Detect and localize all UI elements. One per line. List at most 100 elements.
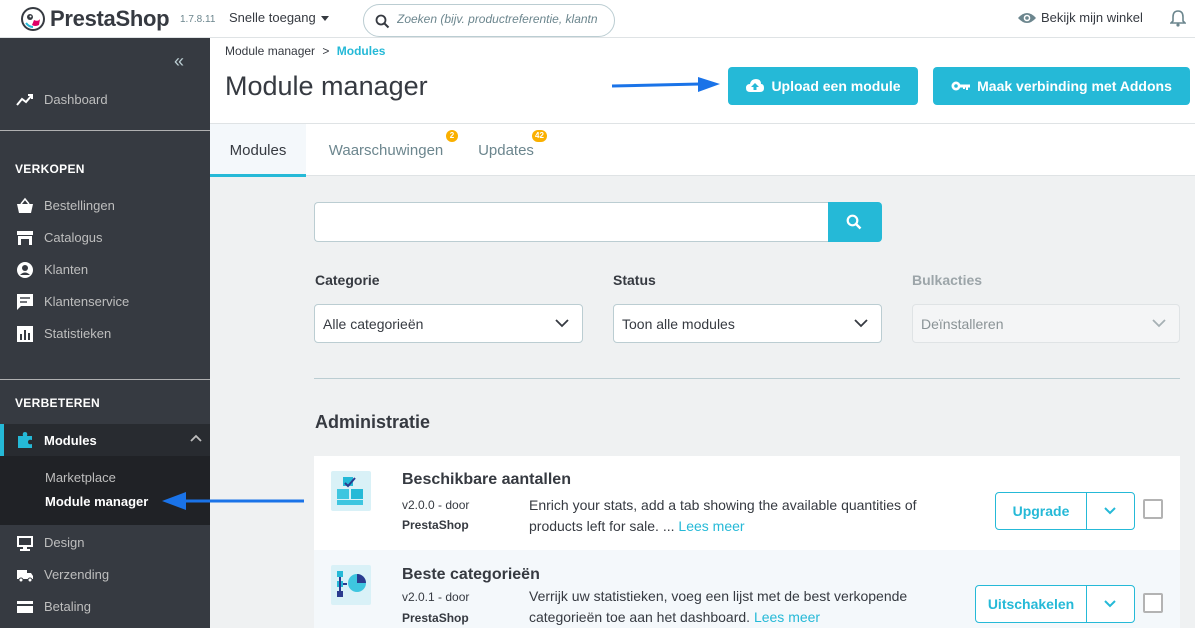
trending-up-icon xyxy=(16,94,33,106)
connect-addons-label: Maak verbinding met Addons xyxy=(977,78,1172,94)
category-title: Administratie xyxy=(315,412,431,432)
credit-card-icon xyxy=(17,601,33,613)
arrow-left-annotation-icon xyxy=(162,492,304,510)
tab-warnings[interactable]: Waarschuwingen 2 xyxy=(316,124,458,177)
brand-name[interactable]: PrestaShop xyxy=(50,6,170,32)
filters-divider xyxy=(314,378,1180,379)
connect-addons-button[interactable]: Maak verbinding met Addons xyxy=(933,67,1190,105)
module-author: PrestaShop xyxy=(402,518,469,532)
sidebar-item-label: Betaling xyxy=(44,599,91,614)
collapse-sidebar-icon[interactable]: « xyxy=(174,51,184,72)
bulk-actions-label: Bulkacties xyxy=(912,272,983,288)
truck-icon xyxy=(17,570,33,583)
breadcrumb-parent[interactable]: Module manager xyxy=(225,44,315,58)
sidebar: « Dashboard VERKOPEN Bestellingen Catalo… xyxy=(0,38,210,628)
module-version: v2.0.1 - door xyxy=(402,590,470,604)
bell-icon[interactable] xyxy=(1170,9,1186,27)
monitor-icon xyxy=(17,536,33,551)
module-actions-dropdown[interactable] xyxy=(1086,586,1134,622)
bulk-actions-select[interactable]: Deïnstalleren xyxy=(912,304,1180,343)
read-more-link[interactable]: Lees meer xyxy=(754,609,820,625)
sidebar-item-orders[interactable]: Bestellingen xyxy=(0,193,210,219)
header-search-input[interactable] xyxy=(397,12,607,26)
warnings-count-badge: 2 xyxy=(446,130,458,142)
tab-label: Updates xyxy=(478,142,534,159)
module-name: Beschikbare aantallen xyxy=(402,471,571,488)
sidebar-item-label: Dashboard xyxy=(44,92,108,107)
sidebar-divider xyxy=(0,379,210,380)
section-title-sell: VERKOPEN xyxy=(15,162,85,176)
sidebar-item-payment[interactable]: Betaling xyxy=(0,594,210,620)
module-row: Beschikbare aantallen v2.0.0 - door Pres… xyxy=(314,456,1180,550)
disable-button[interactable]: Uitschakelen xyxy=(976,586,1087,622)
page-title: Module manager xyxy=(225,71,428,101)
breadcrumb-separator: > xyxy=(322,44,330,58)
status-filter-label: Status xyxy=(613,272,656,288)
tabs-bar: Modules Waarschuwingen 2 Updates 42 xyxy=(210,123,1195,177)
tab-modules[interactable]: Modules xyxy=(210,124,306,177)
view-shop-label: Bekijk mijn winkel xyxy=(1041,10,1143,25)
basket-icon xyxy=(17,197,33,213)
sidebar-item-design[interactable]: Design xyxy=(0,530,210,556)
caret-down-icon xyxy=(320,16,329,22)
prestashop-logo-icon[interactable] xyxy=(20,6,46,32)
module-version: v2.0.0 - door xyxy=(402,498,470,512)
module-author: PrestaShop xyxy=(402,611,469,625)
arrow-right-annotation-icon xyxy=(611,77,720,92)
breadcrumb: Module manager > Modules xyxy=(225,44,385,58)
sidebar-item-dashboard[interactable]: Dashboard xyxy=(0,87,210,113)
sidebar-item-customer-service[interactable]: Klantenservice xyxy=(0,289,210,315)
category-select[interactable]: Alle categorieën xyxy=(314,304,583,343)
sidebar-subitem-marketplace[interactable]: Marketplace xyxy=(45,470,116,485)
search-icon xyxy=(846,214,862,230)
sidebar-item-label: Verzending xyxy=(44,567,110,582)
sidebar-item-statistics[interactable]: Statistieken xyxy=(0,321,210,347)
category-filter-label: Categorie xyxy=(315,272,380,288)
read-more-link[interactable]: Lees meer xyxy=(678,518,744,534)
module-description: Enrich your stats, add a tab showing the… xyxy=(529,495,969,537)
view-shop-link[interactable]: Bekijk mijn winkel xyxy=(1017,10,1143,25)
chevron-down-icon xyxy=(854,319,868,328)
upload-module-button[interactable]: Upload een module xyxy=(728,67,918,105)
puzzle-icon xyxy=(18,432,32,448)
sidebar-item-label: Design xyxy=(44,535,85,550)
tab-label: Modules xyxy=(229,142,287,159)
version-label: 1.7.8.11 xyxy=(180,14,216,25)
upgrade-button[interactable]: Upgrade xyxy=(996,493,1087,529)
stock-boxes-icon xyxy=(331,471,371,511)
section-title-improve: VERBETEREN xyxy=(15,396,101,410)
chat-icon xyxy=(17,294,33,310)
module-search-input[interactable] xyxy=(314,202,829,242)
sidebar-item-catalog[interactable]: Catalogus xyxy=(0,225,210,251)
sidebar-item-shipping[interactable]: Verzending xyxy=(0,562,210,588)
status-select-value: Toon alle modules xyxy=(622,316,735,332)
breadcrumb-current[interactable]: Modules xyxy=(337,44,386,58)
sidebar-item-modules[interactable]: Modules xyxy=(0,424,210,456)
sidebar-item-customers[interactable]: Klanten xyxy=(0,257,210,283)
quick-access-dropdown[interactable]: Snelle toegang xyxy=(229,10,329,25)
chevron-down-icon xyxy=(1104,507,1116,515)
category-select-value: Alle categorieën xyxy=(323,316,424,332)
sidebar-item-label: Klantenservice xyxy=(44,294,130,309)
module-select-checkbox[interactable] xyxy=(1143,593,1163,613)
module-action-group: Uitschakelen xyxy=(975,585,1135,623)
quick-access-label: Snelle toegang xyxy=(229,10,316,25)
category-chart-icon xyxy=(331,565,371,605)
header-search-box[interactable] xyxy=(363,4,615,37)
status-select[interactable]: Toon alle modules xyxy=(613,304,882,343)
cloud-upload-icon xyxy=(746,79,765,92)
module-action-group: Upgrade xyxy=(995,492,1135,530)
module-actions-dropdown[interactable] xyxy=(1086,493,1134,529)
tab-updates[interactable]: Updates 42 xyxy=(472,124,547,177)
module-select-checkbox[interactable] xyxy=(1143,499,1163,519)
page-header: Module manager > Modules Module manager … xyxy=(210,38,1195,177)
module-search-button[interactable] xyxy=(828,202,882,242)
search-icon xyxy=(375,14,390,29)
sidebar-item-label: Statistieken xyxy=(44,326,112,341)
bulk-actions-value: Deïnstalleren xyxy=(921,316,1004,332)
sidebar-subitem-module-manager[interactable]: Module manager xyxy=(45,494,148,509)
sidebar-item-label: Modules xyxy=(44,433,97,448)
chevron-down-icon xyxy=(1104,600,1116,608)
module-name: Beste categorieën xyxy=(402,566,540,583)
store-icon xyxy=(17,231,33,245)
